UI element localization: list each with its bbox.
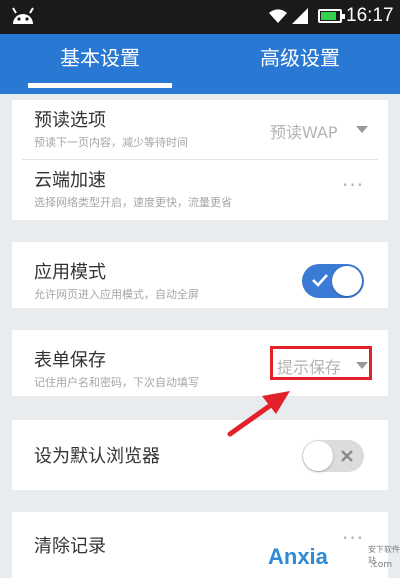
watermark-suffix: .com <box>370 560 393 570</box>
settings-card-form-save: 表单保存 记住用户名和密码，下次自动填写 提示保存 <box>12 330 388 396</box>
preload-subtitle: 预读下一页内容，减少等待时间 <box>34 136 188 149</box>
preload-dropdown-icon <box>356 126 368 133</box>
status-time: 16:17 <box>346 5 394 26</box>
toggle-knob <box>303 441 333 471</box>
toggle-knob <box>332 266 362 296</box>
setting-row-cloud[interactable]: 云端加速 选择网络类型开启，速度更快，流量更省 ··· <box>12 160 388 220</box>
form-save-subtitle: 记住用户名和密码，下次自动填写 <box>34 376 199 389</box>
settings-card-app-mode: 应用模式 允许网页进入应用模式，自动全屏 <box>12 242 388 308</box>
wifi-icon <box>269 9 287 23</box>
setting-row-form-save[interactable]: 表单保存 记住用户名和密码，下次自动填写 提示保存 <box>12 330 388 396</box>
close-icon <box>341 450 353 462</box>
preload-select-value[interactable]: 预读WAP <box>270 119 338 143</box>
tab-bar: 基本设置 高级设置 <box>0 34 400 94</box>
preload-title: 预读选项 <box>34 110 106 131</box>
tab-advanced-settings[interactable]: 高级设置 <box>200 34 400 94</box>
setting-row-app-mode[interactable]: 应用模式 允许网页进入应用模式，自动全屏 <box>12 242 388 308</box>
tab-basic-label: 基本设置 <box>60 46 140 70</box>
annotation-highlight-box <box>270 346 372 380</box>
default-browser-toggle[interactable] <box>302 440 364 472</box>
battery-icon <box>318 9 345 23</box>
settings-card-network: 预读选项 预读下一页内容，减少等待时间 预读WAP 云端加速 选择网络类型开启，… <box>12 100 388 220</box>
setting-row-default-browser[interactable]: 设为默认浏览器 <box>12 420 388 490</box>
default-browser-title: 设为默认浏览器 <box>34 446 160 467</box>
android-icon <box>12 7 34 24</box>
cloud-title: 云端加速 <box>34 170 106 191</box>
check-icon <box>312 274 328 287</box>
battery-fill <box>321 12 337 20</box>
setting-row-preload[interactable]: 预读选项 预读下一页内容，减少等待时间 预读WAP <box>12 100 388 160</box>
signal-icon <box>292 8 308 24</box>
cloud-subtitle: 选择网络类型开启，速度更快，流量更省 <box>34 196 232 209</box>
tab-advanced-label: 高级设置 <box>260 46 340 70</box>
tab-basic-settings[interactable]: 基本设置 <box>0 34 200 94</box>
app-mode-title: 应用模式 <box>34 262 106 283</box>
watermark-logo: Anxia 安下软件站 .com <box>268 540 400 578</box>
status-bar: 16:17 <box>0 0 400 34</box>
app-mode-subtitle: 允许网页进入应用模式，自动全屏 <box>34 288 199 301</box>
app-mode-toggle[interactable] <box>302 264 364 298</box>
cloud-more-icon[interactable]: ··· <box>342 173 364 197</box>
active-tab-indicator <box>28 83 172 88</box>
settings-card-default-browser: 设为默认浏览器 <box>12 420 388 490</box>
form-save-title: 表单保存 <box>34 350 106 371</box>
clear-history-title: 清除记录 <box>34 536 106 557</box>
watermark-brand: Anxia <box>268 544 328 569</box>
